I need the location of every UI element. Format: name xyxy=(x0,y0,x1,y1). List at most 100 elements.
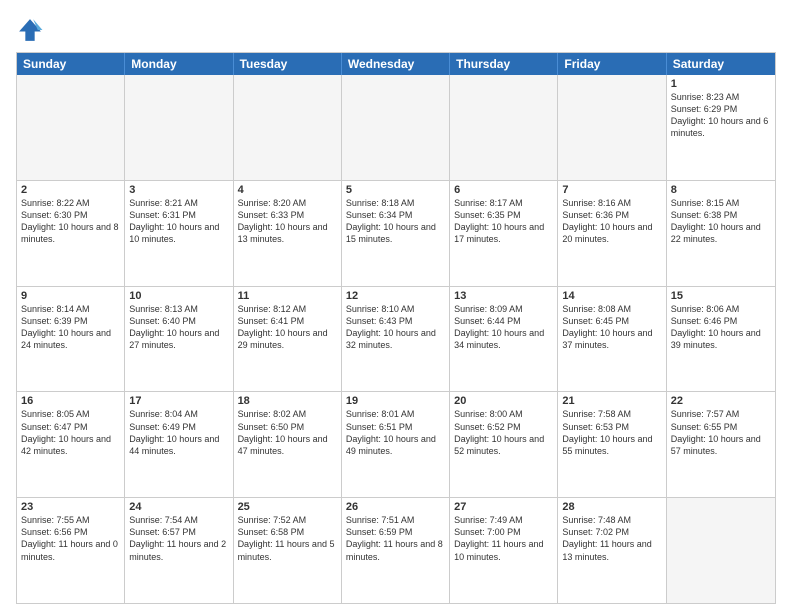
day-number: 17 xyxy=(129,395,228,407)
day-number: 23 xyxy=(21,501,120,513)
day-info: Sunrise: 8:21 AM Sunset: 6:31 PM Dayligh… xyxy=(129,197,228,246)
day-info: Sunrise: 8:17 AM Sunset: 6:35 PM Dayligh… xyxy=(454,197,553,246)
empty-cell xyxy=(342,75,450,180)
day-cell-7: 7Sunrise: 8:16 AM Sunset: 6:36 PM Daylig… xyxy=(558,181,666,286)
header-cell-friday: Friday xyxy=(558,53,666,75)
day-number: 20 xyxy=(454,395,553,407)
day-number: 24 xyxy=(129,501,228,513)
day-number: 2 xyxy=(21,184,120,196)
day-number: 4 xyxy=(238,184,337,196)
day-info: Sunrise: 8:01 AM Sunset: 6:51 PM Dayligh… xyxy=(346,408,445,457)
day-cell-25: 25Sunrise: 7:52 AM Sunset: 6:58 PM Dayli… xyxy=(234,498,342,603)
day-cell-28: 28Sunrise: 7:48 AM Sunset: 7:02 PM Dayli… xyxy=(558,498,666,603)
day-number: 8 xyxy=(671,184,771,196)
day-info: Sunrise: 7:58 AM Sunset: 6:53 PM Dayligh… xyxy=(562,408,661,457)
week-row-0: 1Sunrise: 8:23 AM Sunset: 6:29 PM Daylig… xyxy=(17,75,775,181)
day-number: 1 xyxy=(671,78,771,90)
week-row-4: 23Sunrise: 7:55 AM Sunset: 6:56 PM Dayli… xyxy=(17,498,775,603)
day-number: 10 xyxy=(129,290,228,302)
empty-cell xyxy=(450,75,558,180)
page: SundayMondayTuesdayWednesdayThursdayFrid… xyxy=(0,0,792,612)
day-info: Sunrise: 7:52 AM Sunset: 6:58 PM Dayligh… xyxy=(238,514,337,563)
day-number: 22 xyxy=(671,395,771,407)
day-cell-3: 3Sunrise: 8:21 AM Sunset: 6:31 PM Daylig… xyxy=(125,181,233,286)
day-cell-23: 23Sunrise: 7:55 AM Sunset: 6:56 PM Dayli… xyxy=(17,498,125,603)
day-info: Sunrise: 8:12 AM Sunset: 6:41 PM Dayligh… xyxy=(238,303,337,352)
day-cell-13: 13Sunrise: 8:09 AM Sunset: 6:44 PM Dayli… xyxy=(450,287,558,392)
day-cell-9: 9Sunrise: 8:14 AM Sunset: 6:39 PM Daylig… xyxy=(17,287,125,392)
day-cell-11: 11Sunrise: 8:12 AM Sunset: 6:41 PM Dayli… xyxy=(234,287,342,392)
day-number: 26 xyxy=(346,501,445,513)
day-info: Sunrise: 7:55 AM Sunset: 6:56 PM Dayligh… xyxy=(21,514,120,563)
day-number: 18 xyxy=(238,395,337,407)
day-number: 13 xyxy=(454,290,553,302)
day-cell-1: 1Sunrise: 8:23 AM Sunset: 6:29 PM Daylig… xyxy=(667,75,775,180)
header-cell-sunday: Sunday xyxy=(17,53,125,75)
day-cell-6: 6Sunrise: 8:17 AM Sunset: 6:35 PM Daylig… xyxy=(450,181,558,286)
empty-cell xyxy=(17,75,125,180)
day-info: Sunrise: 8:14 AM Sunset: 6:39 PM Dayligh… xyxy=(21,303,120,352)
day-number: 7 xyxy=(562,184,661,196)
day-info: Sunrise: 7:49 AM Sunset: 7:00 PM Dayligh… xyxy=(454,514,553,563)
day-info: Sunrise: 7:54 AM Sunset: 6:57 PM Dayligh… xyxy=(129,514,228,563)
day-number: 15 xyxy=(671,290,771,302)
day-cell-27: 27Sunrise: 7:49 AM Sunset: 7:00 PM Dayli… xyxy=(450,498,558,603)
day-number: 9 xyxy=(21,290,120,302)
day-cell-18: 18Sunrise: 8:02 AM Sunset: 6:50 PM Dayli… xyxy=(234,392,342,497)
day-info: Sunrise: 7:48 AM Sunset: 7:02 PM Dayligh… xyxy=(562,514,661,563)
day-info: Sunrise: 8:09 AM Sunset: 6:44 PM Dayligh… xyxy=(454,303,553,352)
week-row-1: 2Sunrise: 8:22 AM Sunset: 6:30 PM Daylig… xyxy=(17,181,775,287)
day-info: Sunrise: 7:57 AM Sunset: 6:55 PM Dayligh… xyxy=(671,408,771,457)
day-info: Sunrise: 8:18 AM Sunset: 6:34 PM Dayligh… xyxy=(346,197,445,246)
day-number: 19 xyxy=(346,395,445,407)
day-cell-8: 8Sunrise: 8:15 AM Sunset: 6:38 PM Daylig… xyxy=(667,181,775,286)
day-number: 25 xyxy=(238,501,337,513)
day-number: 21 xyxy=(562,395,661,407)
day-cell-16: 16Sunrise: 8:05 AM Sunset: 6:47 PM Dayli… xyxy=(17,392,125,497)
day-number: 16 xyxy=(21,395,120,407)
day-number: 27 xyxy=(454,501,553,513)
day-cell-20: 20Sunrise: 8:00 AM Sunset: 6:52 PM Dayli… xyxy=(450,392,558,497)
day-info: Sunrise: 8:22 AM Sunset: 6:30 PM Dayligh… xyxy=(21,197,120,246)
day-info: Sunrise: 8:10 AM Sunset: 6:43 PM Dayligh… xyxy=(346,303,445,352)
day-number: 14 xyxy=(562,290,661,302)
calendar-header: SundayMondayTuesdayWednesdayThursdayFrid… xyxy=(17,53,775,75)
empty-cell xyxy=(234,75,342,180)
day-info: Sunrise: 8:06 AM Sunset: 6:46 PM Dayligh… xyxy=(671,303,771,352)
header-cell-wednesday: Wednesday xyxy=(342,53,450,75)
day-number: 5 xyxy=(346,184,445,196)
day-cell-15: 15Sunrise: 8:06 AM Sunset: 6:46 PM Dayli… xyxy=(667,287,775,392)
day-cell-10: 10Sunrise: 8:13 AM Sunset: 6:40 PM Dayli… xyxy=(125,287,233,392)
day-cell-12: 12Sunrise: 8:10 AM Sunset: 6:43 PM Dayli… xyxy=(342,287,450,392)
day-cell-4: 4Sunrise: 8:20 AM Sunset: 6:33 PM Daylig… xyxy=(234,181,342,286)
week-row-3: 16Sunrise: 8:05 AM Sunset: 6:47 PM Dayli… xyxy=(17,392,775,498)
day-cell-17: 17Sunrise: 8:04 AM Sunset: 6:49 PM Dayli… xyxy=(125,392,233,497)
day-number: 12 xyxy=(346,290,445,302)
day-cell-24: 24Sunrise: 7:54 AM Sunset: 6:57 PM Dayli… xyxy=(125,498,233,603)
day-cell-22: 22Sunrise: 7:57 AM Sunset: 6:55 PM Dayli… xyxy=(667,392,775,497)
day-cell-26: 26Sunrise: 7:51 AM Sunset: 6:59 PM Dayli… xyxy=(342,498,450,603)
calendar: SundayMondayTuesdayWednesdayThursdayFrid… xyxy=(16,52,776,604)
day-info: Sunrise: 8:15 AM Sunset: 6:38 PM Dayligh… xyxy=(671,197,771,246)
empty-cell xyxy=(558,75,666,180)
empty-cell xyxy=(125,75,233,180)
day-number: 6 xyxy=(454,184,553,196)
day-cell-21: 21Sunrise: 7:58 AM Sunset: 6:53 PM Dayli… xyxy=(558,392,666,497)
header-cell-thursday: Thursday xyxy=(450,53,558,75)
logo-icon xyxy=(16,16,44,44)
day-info: Sunrise: 8:16 AM Sunset: 6:36 PM Dayligh… xyxy=(562,197,661,246)
header xyxy=(16,16,776,44)
day-info: Sunrise: 8:00 AM Sunset: 6:52 PM Dayligh… xyxy=(454,408,553,457)
header-cell-monday: Monday xyxy=(125,53,233,75)
day-number: 3 xyxy=(129,184,228,196)
day-number: 28 xyxy=(562,501,661,513)
header-cell-tuesday: Tuesday xyxy=(234,53,342,75)
day-info: Sunrise: 8:13 AM Sunset: 6:40 PM Dayligh… xyxy=(129,303,228,352)
day-info: Sunrise: 8:08 AM Sunset: 6:45 PM Dayligh… xyxy=(562,303,661,352)
calendar-body: 1Sunrise: 8:23 AM Sunset: 6:29 PM Daylig… xyxy=(17,75,775,603)
day-info: Sunrise: 8:20 AM Sunset: 6:33 PM Dayligh… xyxy=(238,197,337,246)
day-info: Sunrise: 7:51 AM Sunset: 6:59 PM Dayligh… xyxy=(346,514,445,563)
day-cell-2: 2Sunrise: 8:22 AM Sunset: 6:30 PM Daylig… xyxy=(17,181,125,286)
header-cell-saturday: Saturday xyxy=(667,53,775,75)
logo xyxy=(16,16,46,44)
